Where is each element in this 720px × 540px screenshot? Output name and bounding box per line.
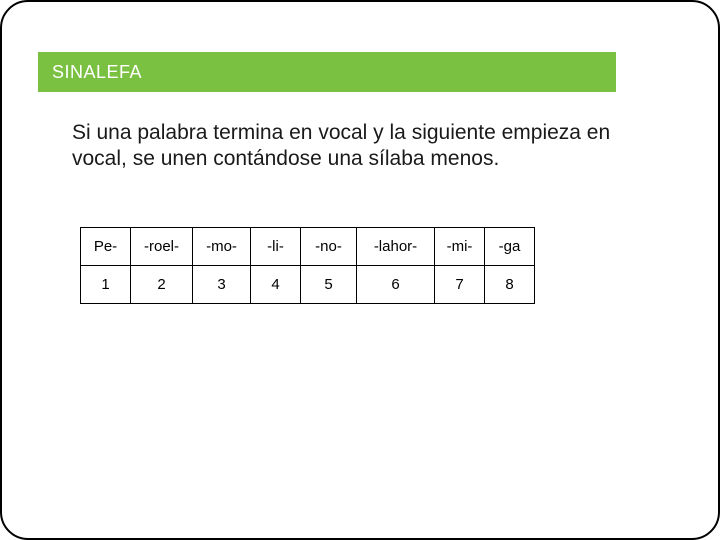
syllable-cell: Pe- <box>81 228 131 266</box>
syllable-cell: -no- <box>301 228 357 266</box>
count-cell: 7 <box>435 266 485 304</box>
syllable-cell: -mo- <box>193 228 251 266</box>
count-cell: 6 <box>357 266 435 304</box>
count-cell: 2 <box>131 266 193 304</box>
syllable-table-wrap: Pe- -roel- -mo- -li- -no- -lahor- -mi- -… <box>80 227 535 304</box>
section-header: SINALEFA <box>38 52 616 92</box>
section-title: SINALEFA <box>52 62 142 83</box>
syllable-cell: -lahor- <box>357 228 435 266</box>
count-cell: 1 <box>81 266 131 304</box>
count-cell: 8 <box>485 266 535 304</box>
count-cell: 5 <box>301 266 357 304</box>
syllable-cell: -roel- <box>131 228 193 266</box>
slide-frame: SINALEFA Si una palabra termina en vocal… <box>0 0 720 540</box>
syllable-cell: -ga <box>485 228 535 266</box>
table-row: Pe- -roel- -mo- -li- -no- -lahor- -mi- -… <box>81 228 535 266</box>
count-cell: 4 <box>251 266 301 304</box>
table-row: 1 2 3 4 5 6 7 8 <box>81 266 535 304</box>
count-cell: 3 <box>193 266 251 304</box>
syllable-table: Pe- -roel- -mo- -li- -no- -lahor- -mi- -… <box>80 227 535 304</box>
syllable-cell: -li- <box>251 228 301 266</box>
body-paragraph: Si una palabra termina en vocal y la sig… <box>72 120 642 173</box>
syllable-cell: -mi- <box>435 228 485 266</box>
